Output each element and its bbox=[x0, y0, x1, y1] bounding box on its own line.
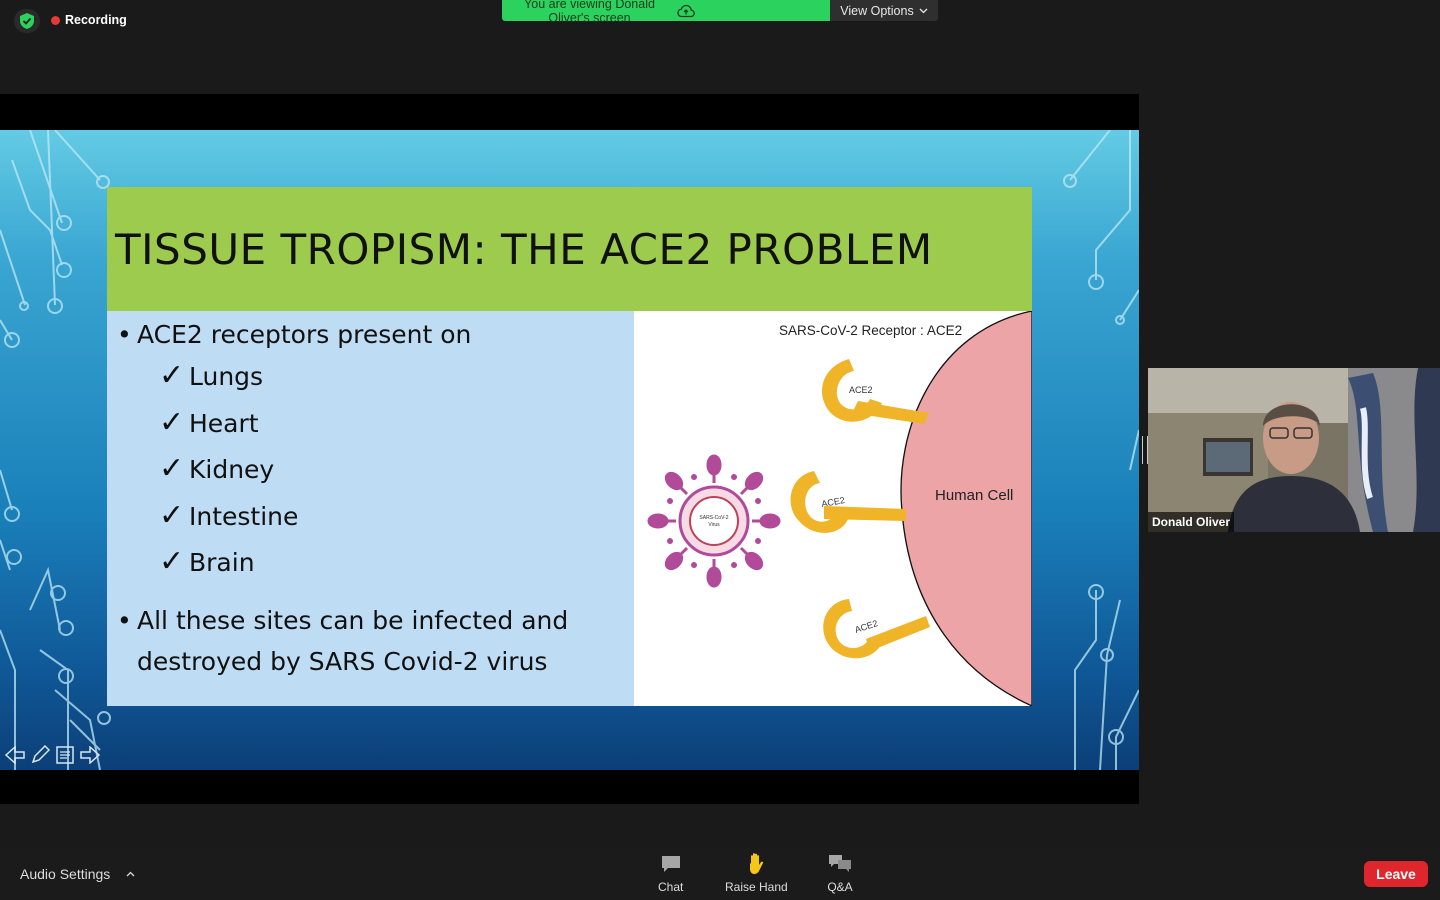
screen-share-banner: You are viewing Donald Oliver's screen bbox=[502, 0, 830, 25]
participant-video-frame bbox=[1148, 368, 1440, 532]
chevron-down-icon bbox=[919, 8, 928, 13]
checkmark-icon: ✓ bbox=[159, 405, 185, 440]
view-options-label: View Options bbox=[840, 3, 914, 18]
bullet-receptors: • ACE2 receptors present on bbox=[117, 320, 472, 349]
recording-dot-icon bbox=[51, 15, 60, 25]
human-cell-shape bbox=[900, 311, 1032, 706]
next-slide-icon[interactable] bbox=[79, 744, 101, 766]
raise-hand-icon bbox=[745, 852, 767, 876]
organ-item: ✓ Intestine bbox=[159, 498, 299, 533]
view-options-button[interactable]: View Options bbox=[830, 0, 938, 21]
human-cell-label: Human Cell bbox=[935, 487, 1014, 504]
organ-label: Intestine bbox=[189, 502, 299, 531]
ace2-illustration: ACE2 ACE2 ACE2 SARS-CoV-2 Virus bbox=[647, 311, 1032, 706]
audio-settings-label: Audio Settings bbox=[20, 866, 111, 882]
participant-name: Donald Oliver bbox=[1148, 512, 1235, 532]
slide-nav-controls bbox=[4, 744, 101, 766]
qa-button[interactable]: Q&A bbox=[827, 852, 853, 894]
chat-icon bbox=[660, 852, 682, 876]
leave-button[interactable]: Leave bbox=[1364, 861, 1428, 887]
qa-icon bbox=[827, 852, 853, 876]
pen-icon[interactable] bbox=[29, 744, 51, 766]
checkmark-icon: ✓ bbox=[159, 358, 185, 393]
organ-label: Brain bbox=[189, 548, 255, 577]
raise-hand-label: Raise Hand bbox=[725, 880, 788, 894]
bullet-infection-line2: destroyed by SARS Covid-2 virus bbox=[137, 647, 548, 676]
virus-label-line1: SARS-CoV-2 bbox=[699, 515, 728, 521]
recording-indicator: Recording bbox=[51, 13, 127, 27]
slide-title-band: TISSUE TROPISM: THE ACE2 PROBLEM bbox=[107, 187, 1032, 311]
organ-label: Heart bbox=[189, 409, 259, 438]
slide-text-panel: • ACE2 receptors present on ✓ Lungs ✓ Heart… bbox=[107, 311, 634, 706]
previous-slide-icon[interactable] bbox=[4, 744, 26, 766]
bullet-infection: • All these sites can be infected and bbox=[117, 606, 569, 635]
raise-hand-button[interactable]: Raise Hand bbox=[725, 852, 788, 894]
bullet-infection-line1: All these sites can be infected and bbox=[137, 606, 569, 635]
cloud-upload-icon[interactable] bbox=[663, 4, 824, 18]
checkmark-icon: ✓ bbox=[159, 544, 185, 579]
organ-label: Kidney bbox=[189, 455, 275, 484]
bullet-receptors-text: ACE2 receptors present on bbox=[137, 320, 472, 349]
presentation-slide: TISSUE TROPISM: THE ACE2 PROBLEM • ACE2 r… bbox=[0, 130, 1139, 770]
ace2-diagram: SARS-CoV-2 Receptor : ACE2 ACE2 ACE2 ACE… bbox=[634, 311, 1032, 706]
organ-item: ✓ Lungs bbox=[159, 358, 264, 393]
security-shield-icon[interactable] bbox=[14, 9, 40, 33]
virus-label-line2: Virus bbox=[708, 522, 720, 528]
receptor-label: ACE2 bbox=[854, 618, 879, 635]
participant-video-tile[interactable]: Donald Oliver bbox=[1148, 368, 1440, 532]
organ-item: ✓ Brain bbox=[159, 544, 255, 579]
slide-title: TISSUE TROPISM: THE ACE2 PROBLEM bbox=[115, 224, 933, 274]
audio-settings-button[interactable]: Audio Settings bbox=[20, 866, 135, 882]
banner-text: You are viewing Donald Oliver's screen bbox=[524, 0, 655, 25]
qa-label: Q&A bbox=[827, 880, 853, 894]
virus-icon: SARS-CoV-2 Virus bbox=[647, 454, 781, 588]
slide-menu-icon[interactable] bbox=[54, 744, 76, 766]
meeting-toolbar: Audio Settings Chat Raise Hand Q&A Leave bbox=[0, 847, 1440, 900]
checkmark-icon: ✓ bbox=[159, 498, 185, 533]
organ-label: Lungs bbox=[189, 362, 264, 391]
recording-label: Recording bbox=[65, 13, 127, 27]
organ-item: ✓ Kidney bbox=[159, 451, 275, 486]
leave-label: Leave bbox=[1376, 866, 1416, 882]
organ-item: ✓ Heart bbox=[159, 405, 259, 440]
checkmark-icon: ✓ bbox=[159, 451, 185, 486]
receptor-label: ACE2 bbox=[849, 385, 873, 395]
chevron-up-icon[interactable] bbox=[126, 871, 135, 877]
chat-button[interactable]: Chat bbox=[658, 852, 683, 894]
chat-label: Chat bbox=[658, 880, 684, 894]
